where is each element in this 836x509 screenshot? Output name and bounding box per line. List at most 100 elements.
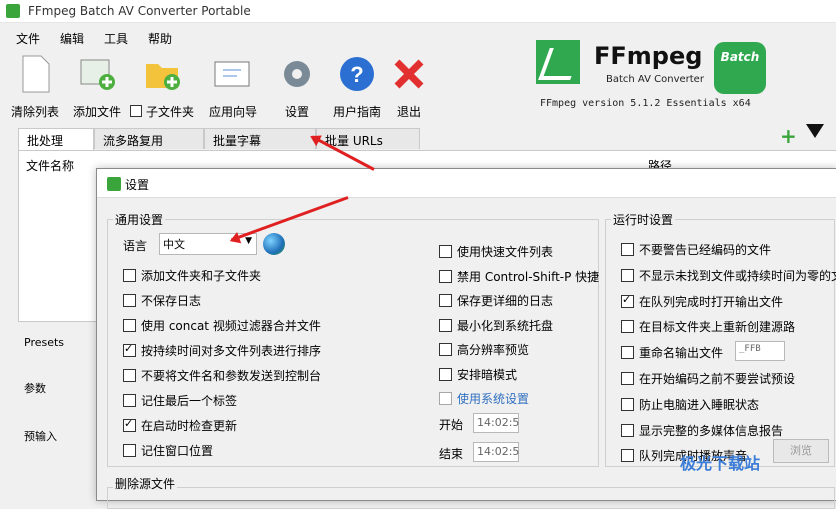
settings-button[interactable]: 设置 <box>272 50 322 120</box>
general-settings-title: 通用设置 <box>113 211 166 228</box>
tab-mux[interactable]: 流多路复用 <box>94 128 204 149</box>
end-time-field[interactable]: 14:02:5 <box>473 442 519 462</box>
checkbox-label: 防止电脑进入睡眠状态 <box>639 397 760 412</box>
exit-button[interactable]: 退出 <box>386 50 432 120</box>
svg-text:?: ? <box>350 62 363 87</box>
params-label: 参数 <box>24 382 46 395</box>
delete-source-group <box>107 487 835 509</box>
checkbox-label: 高分辨率预览 <box>457 343 530 357</box>
version-text: FFmpeg version 5.1.2 Essentials x64 <box>540 98 751 109</box>
brand-subtitle: Batch AV Converter <box>606 74 704 85</box>
checkbox-label: 禁用 Control-Shift-P 快捷 <box>457 269 600 284</box>
checkbox-label: 添加文件夹和子文件夹 <box>141 269 262 283</box>
checkbox-label: 在开始编码之前不要尝试预设 <box>639 372 796 386</box>
dialog-app-icon <box>107 177 121 191</box>
clear-list-button[interactable]: 清除列表 <box>6 50 64 120</box>
presets-label: Presets <box>24 336 65 349</box>
checkbox-box[interactable] <box>439 294 452 307</box>
checkbox-label: 不显示未找到文件或持续时间为零的文 <box>639 268 836 283</box>
add-files-button[interactable]: 添加文件 <box>68 50 126 120</box>
checkbox-label: 重命名输出文件 <box>639 346 724 361</box>
help-icon: ? <box>340 57 374 91</box>
brand-name: FFmpeg <box>594 42 703 70</box>
title-bar: FFmpeg Batch AV Converter Portable <box>0 0 836 23</box>
tab-batch[interactable]: 批处理 <box>18 128 94 151</box>
close-icon <box>394 59 424 89</box>
start-time-field[interactable]: 14:02:5 <box>473 413 519 433</box>
checkbox-box[interactable] <box>439 343 452 356</box>
menu-help[interactable]: 帮助 <box>148 30 172 47</box>
rename-suffix-field[interactable]: _FFB <box>735 341 785 361</box>
checkbox-label: 安排暗模式 <box>457 367 518 382</box>
menu-bar: 文件 编辑 工具 帮助 <box>0 26 836 46</box>
wizard-button[interactable]: 应用向导 <box>204 50 262 120</box>
batch-badge: Batch <box>714 42 766 94</box>
column-filename[interactable]: 文件名称 <box>26 157 74 174</box>
dialog-title: 设置 <box>125 178 150 192</box>
user-guide-button[interactable]: ? 用户指南 <box>330 50 384 120</box>
checkbox-box[interactable] <box>123 269 136 282</box>
filter-icon[interactable] <box>806 124 824 138</box>
checkbox-box[interactable] <box>439 392 452 405</box>
checkbox-box[interactable] <box>621 320 634 334</box>
checkbox-box[interactable] <box>123 342 136 357</box>
preinput-label: 预输入 <box>24 430 57 443</box>
checkbox-box[interactable] <box>123 294 136 307</box>
checkbox-label: 最小化到系统托盘 <box>457 318 554 333</box>
checkbox-box[interactable] <box>621 449 634 463</box>
checkbox-label: 在目标文件夹上重新创建源路 <box>639 320 796 335</box>
checkbox-box[interactable] <box>123 417 136 432</box>
dialog-title-bar: 设置 <box>97 169 836 198</box>
gear-icon <box>284 61 310 87</box>
checkbox-label: 使用 concat 视频过滤器合并文件 <box>141 319 321 333</box>
checkbox-label: 不要警告已经编码的文件 <box>639 243 772 257</box>
checkbox-box[interactable] <box>621 397 634 411</box>
add-file-icon <box>80 59 115 90</box>
checkbox-label: 保存更详细的日志 <box>457 294 554 308</box>
menu-edit[interactable]: 编辑 <box>60 30 84 47</box>
checkbox-label: 按持续时间对多文件列表进行排序 <box>141 344 322 358</box>
subfolder-checkbox[interactable]: 子文件夹 <box>128 50 196 120</box>
checkbox-box[interactable] <box>123 369 136 382</box>
checkbox-box[interactable] <box>123 319 136 332</box>
checkbox-box[interactable] <box>621 423 634 437</box>
wizard-icon <box>214 61 250 87</box>
checkbox-label: 记住最后一个标签 <box>141 394 238 408</box>
checkbox-box[interactable] <box>439 245 452 258</box>
checkbox-box[interactable] <box>439 318 452 332</box>
menu-tools[interactable]: 工具 <box>104 30 128 47</box>
checkbox-label: 在队列完成时打开输出文件 <box>639 294 784 309</box>
checkbox-box[interactable] <box>123 444 136 457</box>
window-title: FFmpeg Batch AV Converter Portable <box>28 4 251 18</box>
watermark: 极光下载站 <box>680 454 761 473</box>
chevron-down-icon: ▼ <box>245 236 252 246</box>
add-icon[interactable]: + <box>780 124 797 148</box>
language-label: 语言 <box>123 239 148 253</box>
subfolder-box[interactable] <box>129 105 142 117</box>
browse-button[interactable]: 浏览 <box>773 439 829 463</box>
checkbox-box[interactable] <box>439 269 452 283</box>
checkbox-box[interactable] <box>621 243 634 256</box>
globe-icon <box>263 233 285 255</box>
menu-file[interactable]: 文件 <box>16 30 40 47</box>
delete-source-title: 删除源文件 <box>113 475 178 492</box>
tab-subtitles[interactable]: 批量字幕 <box>204 128 316 149</box>
folder-add-icon <box>146 64 180 90</box>
checkbox-box[interactable] <box>621 372 634 385</box>
checkbox-box[interactable] <box>621 268 634 282</box>
checkbox-label: 记住窗口位置 <box>141 444 214 458</box>
document-icon <box>22 55 50 93</box>
ffmpeg-logo <box>536 40 580 84</box>
end-time-label: 结束 <box>439 447 464 461</box>
checkbox-label: 不要将文件名和参数发送到控制台 <box>141 369 322 383</box>
checkbox-box[interactable] <box>621 346 634 360</box>
app-icon <box>6 4 20 18</box>
checkbox-label: 使用快速文件列表 <box>457 245 554 259</box>
checkbox-label: 显示完整的多媒体信息报告 <box>639 423 784 438</box>
checkbox-box[interactable] <box>439 367 452 381</box>
start-time-label: 开始 <box>439 418 464 432</box>
checkbox-label: 在启动时检查更新 <box>141 419 238 433</box>
checkbox-box[interactable] <box>621 293 634 308</box>
checkbox-label: 使用系统设置 <box>457 392 530 406</box>
checkbox-box[interactable] <box>123 394 136 407</box>
